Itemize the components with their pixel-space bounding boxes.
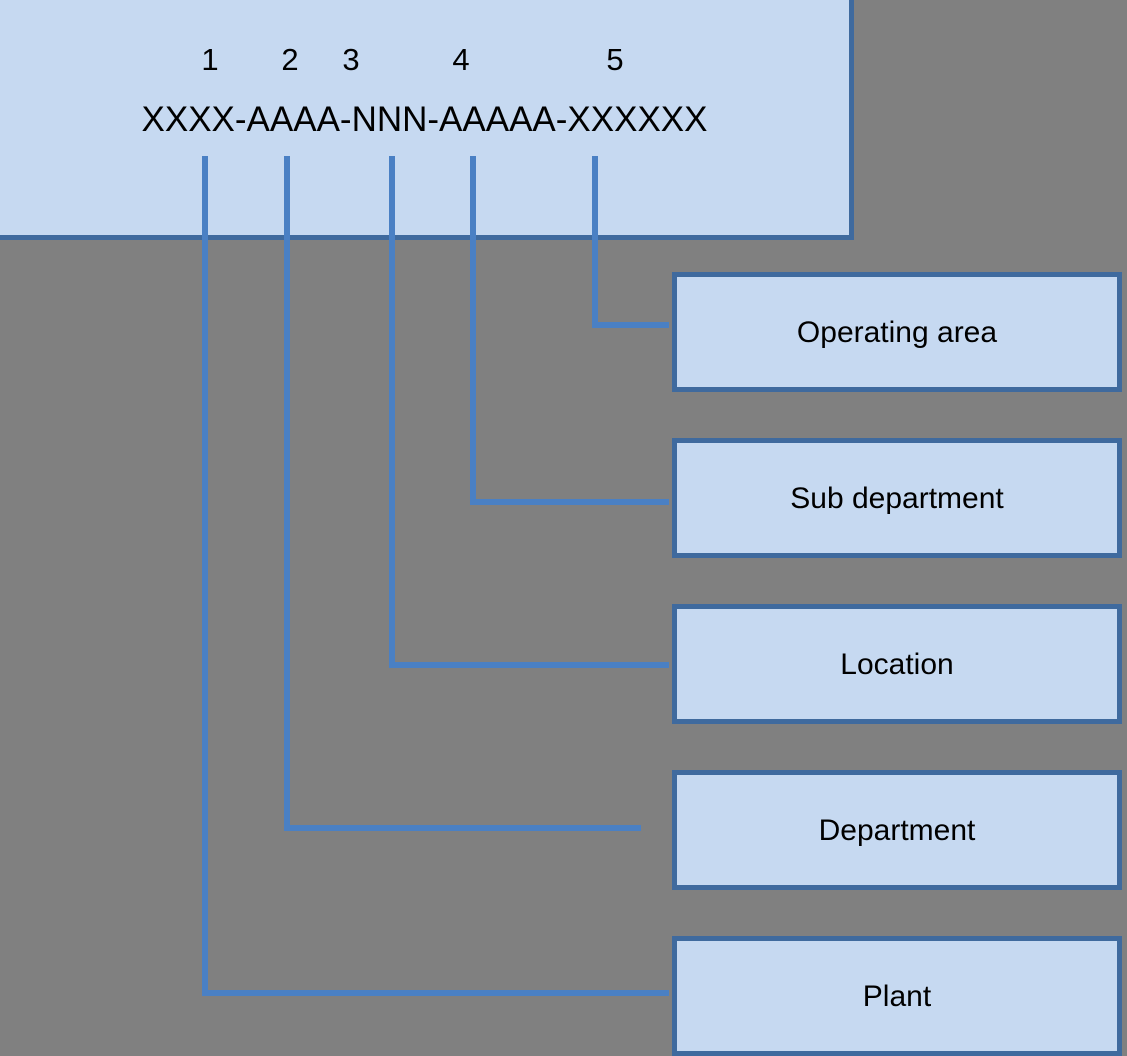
segment-number-4: 4	[452, 42, 470, 77]
label-text-department: Department	[818, 813, 976, 847]
label-box-department[interactable]: Department	[672, 770, 1122, 890]
code-pattern-text: XXXX-AAAA-NNN-AAAAA-XXXXXX	[141, 100, 708, 139]
label-text-operating-area: Operating area	[796, 315, 998, 349]
label-box-plant[interactable]: Plant	[672, 936, 1122, 1056]
segment-number-5: 5	[606, 42, 624, 77]
segment-number-2: 2	[281, 42, 299, 77]
segment-number-1: 1	[201, 42, 219, 77]
segment-number-row: 1 2 3 4 5	[0, 42, 849, 78]
diagram-canvas: 1 2 3 4 5 XXXX-AAAA-NNN-AAAAA-XXXXXX Ope…	[0, 0, 1127, 1056]
label-text-location: Location	[840, 647, 954, 681]
connector-department	[284, 156, 641, 831]
label-box-operating-area[interactable]: Operating area	[672, 272, 1122, 392]
label-text-sub-department: Sub department	[790, 481, 1004, 515]
label-text-plant: Plant	[862, 979, 932, 1013]
code-pattern-panel: 1 2 3 4 5 XXXX-AAAA-NNN-AAAAA-XXXXXX	[0, 0, 854, 240]
label-box-sub-department[interactable]: Sub department	[672, 438, 1122, 558]
label-box-location[interactable]: Location	[672, 604, 1122, 724]
segment-number-3: 3	[342, 42, 360, 77]
connector-plant	[202, 156, 669, 996]
